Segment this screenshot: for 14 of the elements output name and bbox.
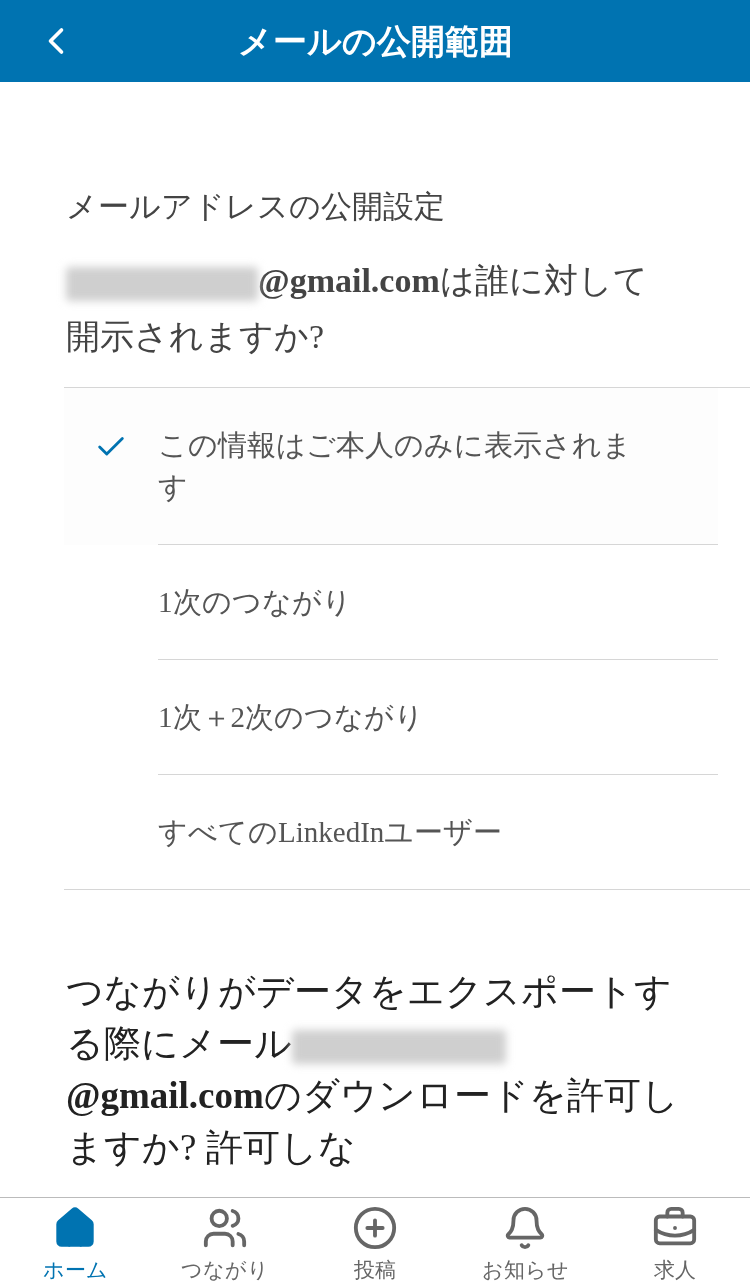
nav-tab[interactable]: 求人 bbox=[600, 1198, 750, 1288]
post-icon bbox=[352, 1204, 398, 1251]
option-label: 1次＋2次のつながり bbox=[158, 700, 424, 733]
option-label: すべてのLinkedInユーザー bbox=[158, 815, 503, 848]
question-text: @gmail.comは誰に対して開示されますか? bbox=[66, 260, 649, 357]
nav-tab[interactable]: お知らせ bbox=[450, 1198, 600, 1288]
page-title: メールの公開範囲 bbox=[237, 19, 513, 63]
option-label: この情報はご本人のみに表示されます bbox=[158, 428, 632, 503]
nav-tab[interactable]: 投稿 bbox=[300, 1198, 450, 1288]
option-label: 1次のつながり bbox=[158, 585, 352, 618]
export-question: つながりがデータをエクスポートする際にメール @gmail.comのダウンロードを許可しますか? 許可しな bbox=[66, 969, 680, 1170]
section-title: メールアドレスの公開設定 bbox=[66, 188, 446, 226]
nav-tab[interactable]: つながり bbox=[150, 1198, 300, 1288]
nav-tab[interactable]: ホーム bbox=[0, 1198, 150, 1288]
